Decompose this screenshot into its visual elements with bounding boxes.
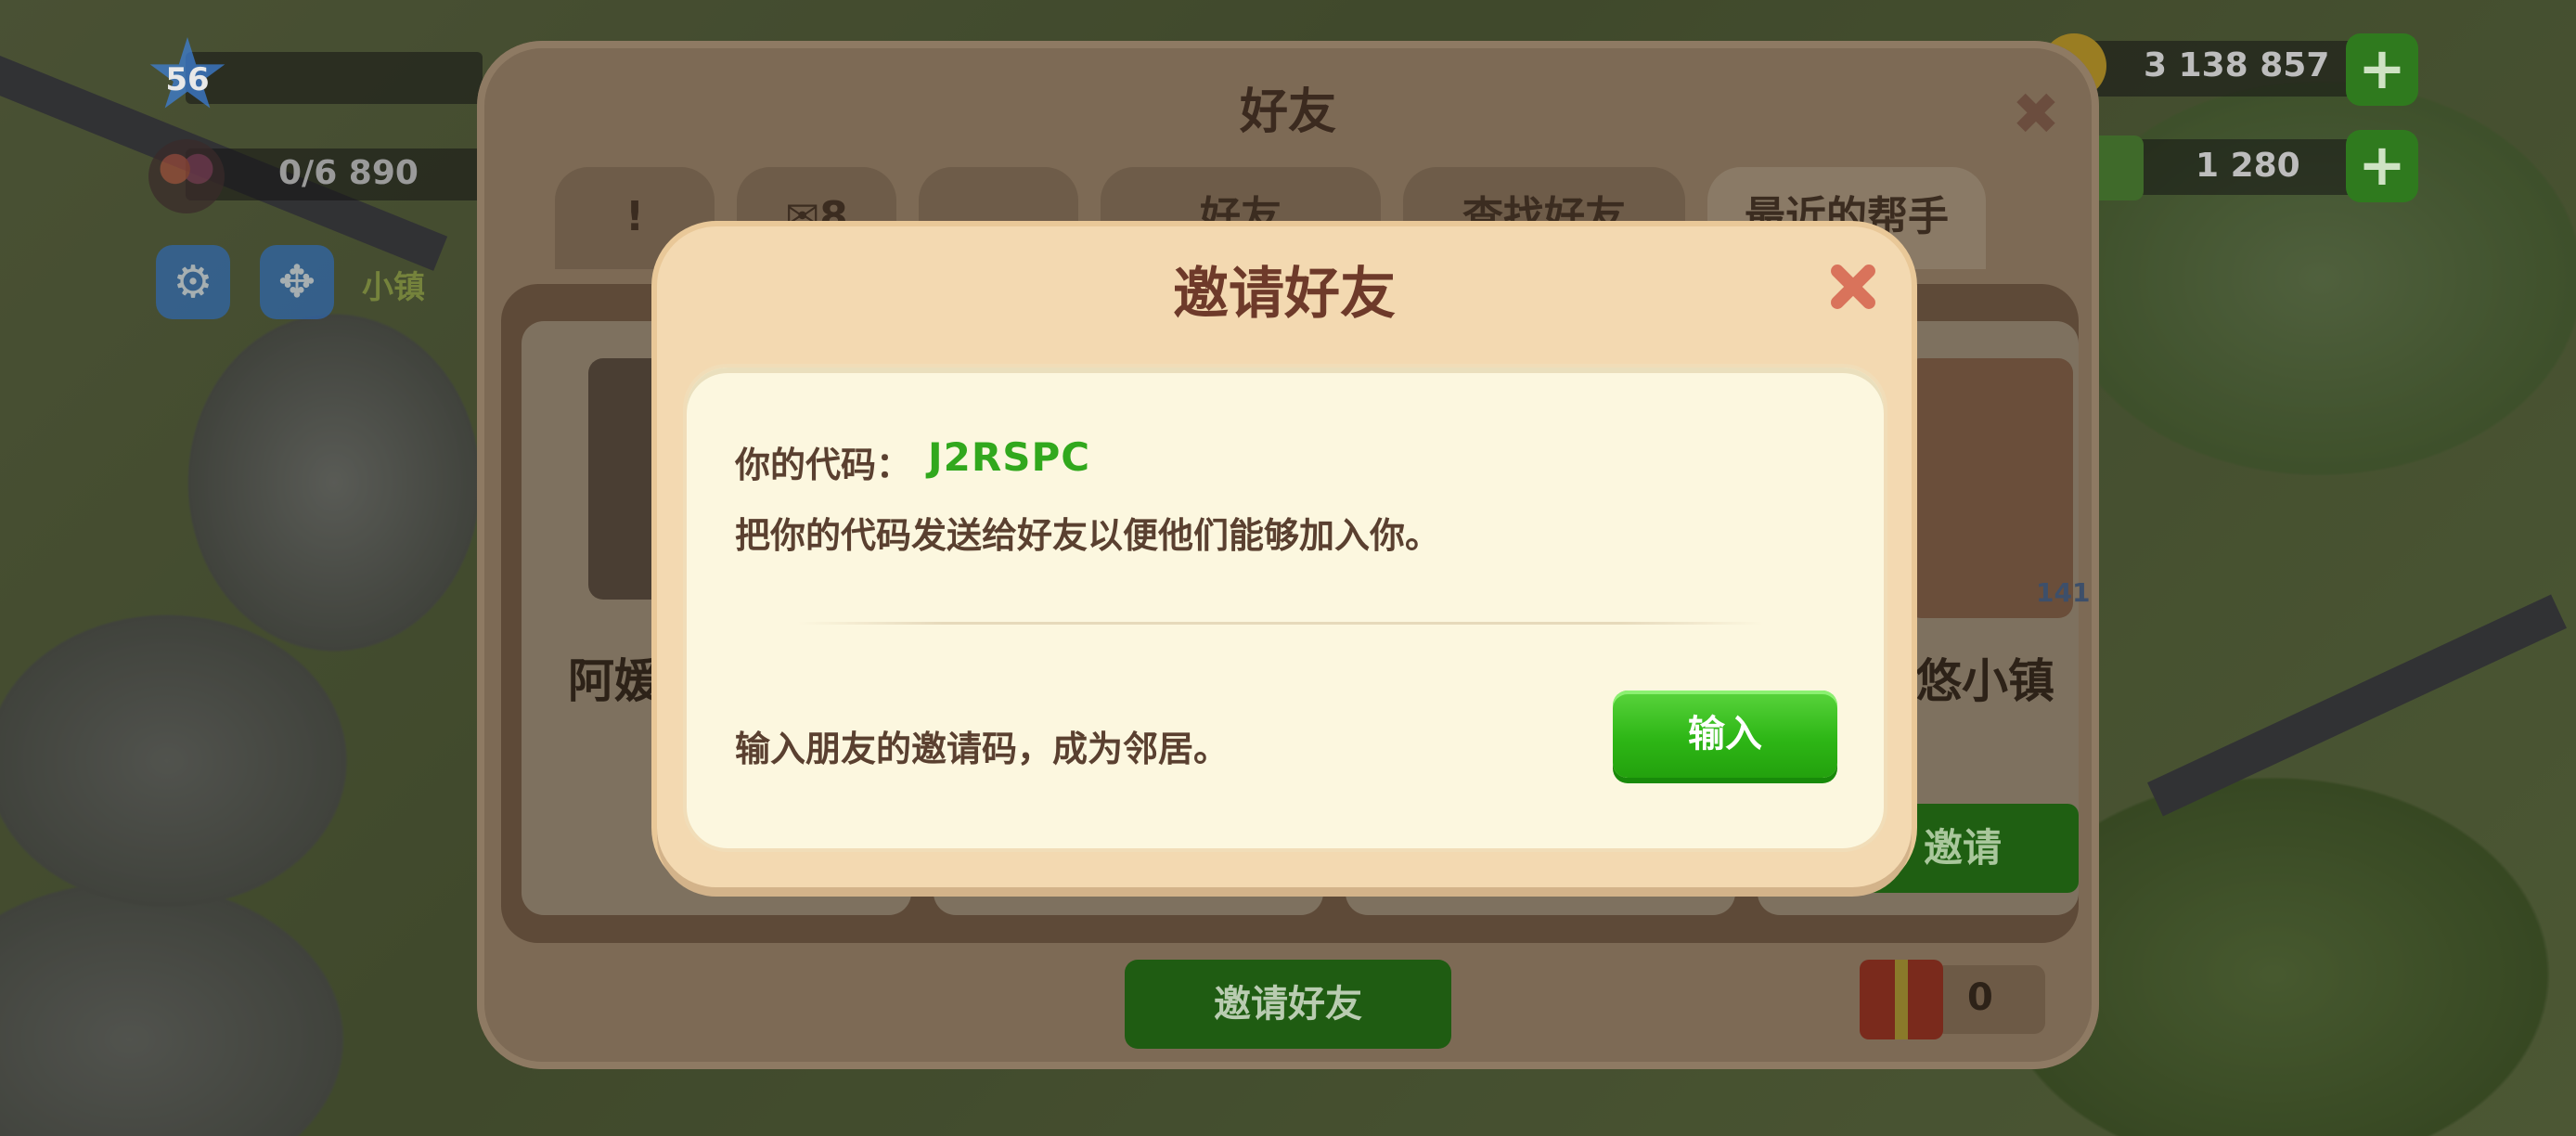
- gear-icon[interactable]: ⚙: [156, 245, 230, 319]
- alert-icon: !: [625, 193, 645, 240]
- invite-friends-button[interactable]: 邀请好友: [1125, 960, 1451, 1049]
- enter-code-button[interactable]: 输入: [1613, 691, 1837, 778]
- population-count: 0/6 890: [278, 154, 419, 192]
- code-label: 你的代码：: [735, 445, 912, 485]
- town-label: 小镇: [362, 269, 425, 306]
- enter-code-description: 输入朋友的邀请码，成为邻居。: [735, 729, 1230, 769]
- gift-count: 0: [1967, 976, 1993, 1019]
- friend-level-badge: 141: [2036, 577, 2091, 608]
- add-coins-button[interactable]: +: [2346, 33, 2418, 106]
- coins-count: 3 138 857: [2144, 46, 2330, 84]
- friends-panel-title: 好友: [1239, 84, 1336, 140]
- invite-code: J2RSPC: [928, 434, 1091, 480]
- close-icon[interactable]: ✖: [2012, 80, 2060, 148]
- xp-bar: [186, 52, 483, 104]
- friends-icon: [148, 139, 225, 213]
- friend-name: 阿媛: [568, 654, 661, 708]
- player-level: 56: [165, 61, 210, 98]
- cash-count: 1 280: [2196, 147, 2300, 185]
- move-icon[interactable]: ✥: [260, 245, 334, 319]
- invite-dialog-title: 邀请好友: [1173, 262, 1396, 327]
- gift-icon[interactable]: [1860, 960, 1943, 1039]
- close-icon[interactable]: [1828, 262, 1876, 310]
- divider: [798, 622, 1763, 625]
- code-description: 把你的代码发送给好友以便他们能够加入你。: [735, 515, 1441, 556]
- friend-name: 悠小镇: [1915, 654, 2054, 708]
- add-cash-button[interactable]: +: [2346, 130, 2418, 202]
